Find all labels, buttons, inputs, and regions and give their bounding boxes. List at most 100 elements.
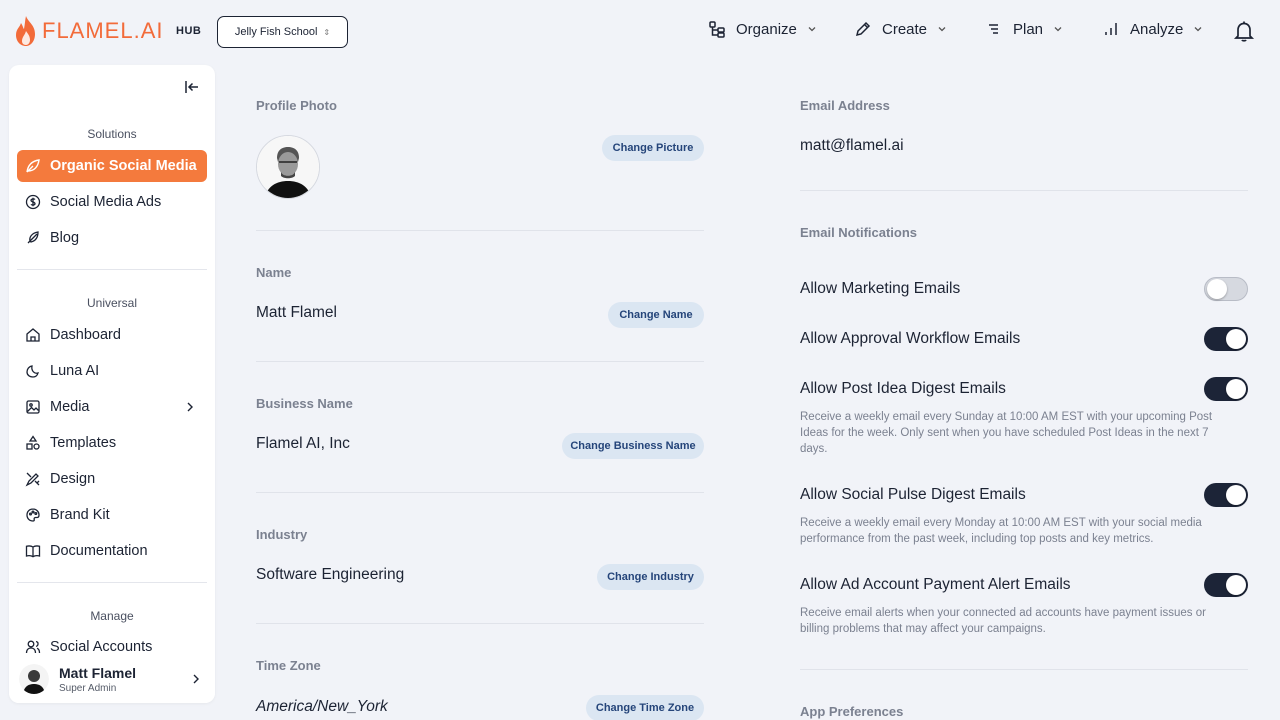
workspace-name: Jelly Fish School [234, 26, 318, 38]
change-time-zone-button[interactable]: Change Time Zone [586, 695, 704, 720]
user-profile-menu[interactable]: Matt Flamel Super Admin [9, 655, 215, 703]
top-bar: FLAMEL.AI HUB Jelly Fish School ⇕ Organi… [0, 0, 1280, 64]
sidebar-item-documentation[interactable]: Documentation [17, 535, 207, 567]
sidebar-item-label: Social Media Ads [50, 194, 162, 210]
sidebar-item-label: Dashboard [50, 327, 121, 343]
sidebar-item-label: Blog [50, 230, 80, 246]
nav-create[interactable]: Create [854, 20, 947, 38]
sidebar-item-label: Brand Kit [50, 507, 110, 523]
nav-analyze[interactable]: Analyze [1102, 20, 1203, 38]
nav-plan[interactable]: Plan [985, 20, 1063, 38]
toggle-description: Receive email alerts when your connected… [800, 607, 1206, 635]
name-value: Matt Flamel [256, 304, 337, 321]
toggle-knob [1207, 279, 1227, 299]
pen-icon [855, 21, 871, 37]
divider [800, 190, 1248, 191]
brand-name: FLAMEL.AI [42, 18, 164, 43]
profile-photo-label: Profile Photo [256, 98, 337, 113]
sidebar-item-label: Templates [50, 435, 117, 451]
bell-icon[interactable] [1232, 19, 1256, 43]
change-picture-button[interactable]: Change Picture [602, 135, 704, 161]
nav-organize[interactable]: Organize [708, 20, 817, 38]
divider [256, 492, 704, 493]
flame-icon [16, 16, 35, 46]
time-zone-label: Time Zone [256, 658, 321, 673]
sidebar-item-organic-social-media[interactable]: Organic Social Media [17, 150, 207, 182]
brand-logo[interactable]: FLAMEL.AI [14, 15, 163, 47]
chevron-right-icon [187, 402, 193, 412]
hub-label: HUB [176, 25, 202, 37]
app-preferences-label: App Preferences [800, 704, 904, 719]
sidebar-item-blog[interactable]: Blog [17, 222, 207, 254]
marketing-emails-toggle[interactable] [1204, 277, 1248, 301]
chevron-updown-icon: ⇕ [323, 27, 331, 37]
book-icon [25, 545, 41, 558]
shapes-icon [26, 435, 40, 450]
toggle-knob [1226, 329, 1246, 349]
toggle-description: Receive a weekly email every Monday at 1… [800, 517, 1202, 545]
change-name-button[interactable]: Change Name [608, 302, 704, 328]
change-industry-button[interactable]: Change Industry [597, 564, 704, 590]
sidebar-item-social-media-ads[interactable]: Social Media Ads [17, 186, 207, 218]
chevron-right-icon [193, 674, 199, 684]
business-name-value: Flamel AI, Inc [256, 435, 350, 452]
organize-icon [709, 21, 725, 38]
toggle-description: Receive a weekly email every Sunday at 1… [800, 411, 1213, 455]
image-icon [26, 400, 40, 414]
sidebar-item-brand-kit[interactable]: Brand Kit [17, 499, 207, 531]
bar-chart-icon [1105, 23, 1117, 35]
nav-create-label: Create [882, 20, 928, 38]
email-notifications-label: Email Notifications [800, 225, 918, 240]
nav-analyze-label: Analyze [1130, 20, 1184, 38]
sidebar-item-media[interactable]: Media [17, 391, 207, 423]
list-icon [989, 24, 998, 34]
email-address-label: Email Address [800, 98, 890, 113]
post-idea-digest-emails-toggle[interactable] [1204, 377, 1248, 401]
profile-photo [256, 135, 320, 199]
section-label-manage: Manage [90, 609, 134, 623]
chevron-down-icon [1194, 27, 1202, 32]
leaf-icon [26, 159, 40, 173]
design-icon [25, 472, 40, 487]
toggle-label: Allow Marketing Emails [800, 280, 961, 297]
business-name-label: Business Name [256, 396, 353, 411]
email-address-value: matt@flamel.ai [800, 137, 904, 154]
chevron-down-icon [808, 27, 816, 32]
workspace-selector[interactable]: Jelly Fish School ⇕ [217, 16, 348, 48]
divider [256, 623, 704, 624]
collapse-sidebar-icon[interactable] [183, 78, 201, 96]
palette-icon [26, 508, 40, 522]
toggle-knob [1226, 485, 1246, 505]
users-icon [25, 640, 41, 654]
sidebar-item-design[interactable]: Design [17, 463, 207, 495]
approval-workflow-emails-toggle[interactable] [1204, 327, 1248, 351]
sidebar-item-templates[interactable]: Templates [17, 427, 207, 459]
section-label-solutions: Solutions [87, 127, 137, 141]
sidebar-item-dashboard[interactable]: Dashboard [17, 319, 207, 351]
sidebar-item-label: Design [50, 471, 96, 487]
industry-value: Software Engineering [256, 566, 405, 583]
toggle-label: Allow Approval Workflow Emails [800, 330, 1021, 347]
divider [256, 361, 704, 362]
ad-account-payment-alert-emails-toggle[interactable] [1204, 573, 1248, 597]
home-icon [26, 328, 40, 342]
avatar [19, 664, 49, 694]
sidebar-item-luna-ai[interactable]: Luna AI [17, 355, 207, 387]
chevron-down-icon [938, 27, 946, 32]
industry-label: Industry [256, 527, 308, 542]
toggle-knob [1226, 575, 1246, 595]
user-role: Super Admin [59, 682, 117, 694]
toggle-label: Allow Post Idea Digest Emails [800, 380, 1006, 397]
nav-plan-label: Plan [1013, 20, 1044, 38]
sidebar-item-label: Media [50, 399, 90, 415]
sidebar-divider [17, 269, 207, 270]
toggle-label: Allow Ad Account Payment Alert Emails [800, 576, 1071, 593]
time-zone-value: America/New_York [256, 698, 388, 715]
toggle-label: Allow Social Pulse Digest Emails [800, 486, 1026, 503]
chevron-down-icon [1054, 27, 1062, 32]
toggle-knob [1226, 379, 1246, 399]
social-pulse-digest-emails-toggle[interactable] [1204, 483, 1248, 507]
change-business-name-button[interactable]: Change Business Name [562, 433, 704, 459]
feather-icon [27, 231, 39, 244]
sidebar-item-label: Social Accounts [50, 639, 153, 655]
